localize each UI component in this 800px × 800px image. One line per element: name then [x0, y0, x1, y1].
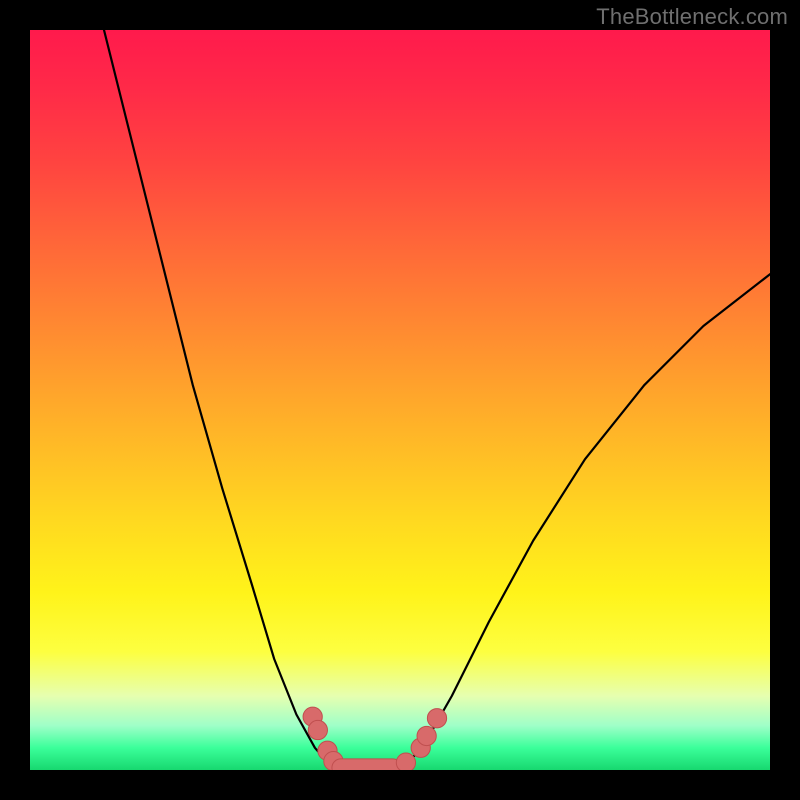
plot-area — [30, 30, 770, 770]
bead — [427, 709, 446, 728]
chart-frame: TheBottleneck.com — [0, 0, 800, 800]
bead-group — [303, 707, 447, 770]
curve-left-branch — [104, 30, 341, 770]
bead — [308, 720, 327, 739]
bead — [396, 753, 415, 770]
curve-svg — [30, 30, 770, 770]
bead-capsule — [332, 759, 402, 770]
curve-right-branch — [400, 274, 770, 770]
bead — [417, 726, 436, 745]
watermark-label: TheBottleneck.com — [596, 4, 788, 30]
